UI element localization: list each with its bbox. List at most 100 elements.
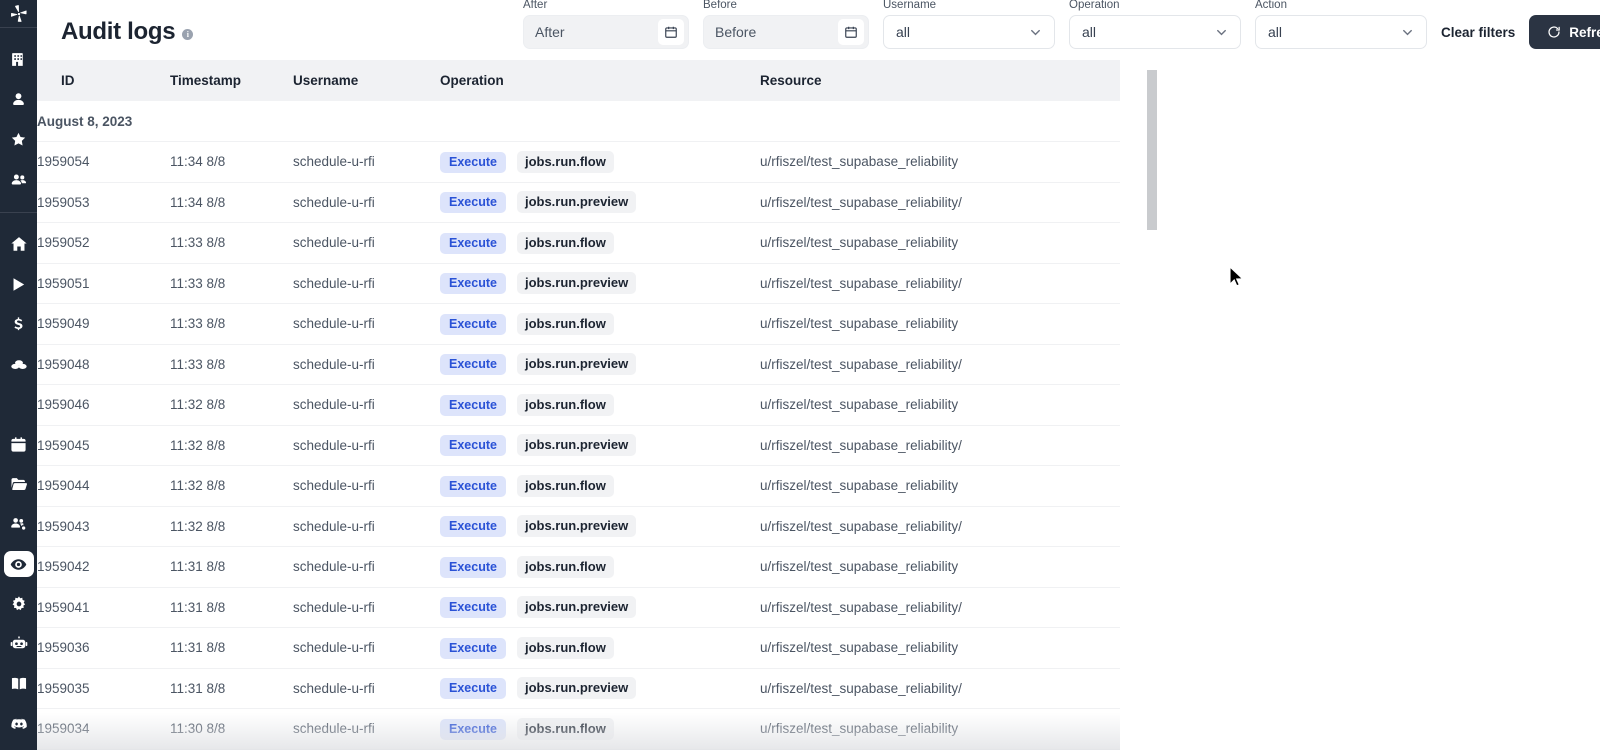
operation-select[interactable]: all [1069, 15, 1241, 49]
cell-resource: u/rfiszel/test_supabase_reliability/ [760, 587, 1120, 628]
book-icon [11, 677, 26, 690]
cell-id: 1959036 [37, 627, 170, 669]
filter-operation: Operation all [1069, 0, 1241, 49]
table-scrollbar-thumb[interactable] [1147, 70, 1157, 230]
operation-chip: jobs.run.flow [516, 474, 614, 497]
action-badge: Execute [440, 516, 506, 538]
table-row[interactable]: 1959046 11:32 8/8 schedule-u-rfi Execute job… [37, 384, 1120, 426]
cell-timestamp: 11:33 8/8 [170, 222, 293, 264]
after-calendar-button[interactable] [658, 19, 684, 45]
table-row[interactable]: 1959043 11:32 8/8 schedule-u-rfi Execute job… [37, 506, 1120, 547]
table-row[interactable]: 1959042 11:31 8/8 schedule-u-rfi Execute job… [37, 546, 1120, 588]
audit-log-table-wrap: ID Timestamp Username Operation Resource… [37, 60, 1120, 750]
eye-icon [10, 558, 27, 570]
refresh-button[interactable]: Refresh [1529, 15, 1600, 49]
play-icon [13, 277, 25, 291]
table-row[interactable]: 1959052 11:33 8/8 schedule-u-rfi Execute job… [37, 222, 1120, 264]
column-header-operation[interactable]: Operation [440, 60, 760, 101]
table-row[interactable]: 1959051 11:33 8/8 schedule-u-rfi Execute job… [37, 263, 1120, 304]
sidebar-item-runs[interactable] [0, 264, 37, 304]
clear-filters-button[interactable]: Clear filters [1441, 25, 1515, 40]
page-title: Audit logs [61, 18, 176, 45]
sidebar-item-audit-logs[interactable] [0, 544, 37, 584]
sidebar-item-user[interactable] [0, 80, 37, 120]
table-row[interactable]: 1959049 11:33 8/8 schedule-u-rfi Execute job… [37, 303, 1120, 345]
cell-resource: u/rfiszel/test_supabase_reliability [760, 303, 1120, 345]
cell-resource: u/rfiszel/test_supabase_reliability/ [760, 344, 1120, 385]
username-select[interactable]: all [883, 15, 1055, 49]
table-scrollbar[interactable] [1147, 62, 1157, 750]
sidebar-item-variables[interactable] [0, 344, 37, 384]
cell-username: schedule-u-rfi [293, 546, 440, 588]
filter-after: After After [523, 0, 689, 49]
sidebar-item-schedules[interactable] [0, 424, 37, 464]
table-header-row: ID Timestamp Username Operation Resource [37, 60, 1120, 101]
after-date-input[interactable]: After [523, 15, 689, 49]
operation-chip: jobs.run.flow [516, 150, 614, 173]
cell-id: 1959044 [37, 465, 170, 507]
variables-icon [10, 360, 27, 369]
cell-username: schedule-u-rfi [293, 627, 440, 669]
column-header-resource[interactable]: Resource [760, 60, 1120, 101]
cell-operation: Execute jobs.run.preview [440, 425, 760, 466]
before-calendar-button[interactable] [838, 19, 864, 45]
cell-timestamp: 11:31 8/8 [170, 627, 293, 669]
sidebar-item-discord[interactable] [0, 704, 37, 744]
action-badge: Execute [440, 637, 506, 659]
table-row[interactable]: 1959036 11:31 8/8 schedule-u-rfi Execute job… [37, 627, 1120, 669]
cell-resource: u/rfiszel/test_supabase_reliability/ [760, 668, 1120, 709]
action-badge: Execute [440, 435, 506, 457]
sidebar-item-workspace[interactable] [0, 40, 37, 80]
sidebar-item-docs[interactable] [0, 664, 37, 704]
sidebar-item-usage[interactable] [0, 304, 37, 344]
column-header-timestamp[interactable]: Timestamp [170, 60, 293, 101]
sidebar-item-folders[interactable] [0, 464, 37, 504]
info-icon[interactable]: i [182, 28, 194, 40]
cell-id: 1959042 [37, 546, 170, 588]
sidebar-item-home[interactable] [0, 224, 37, 264]
table-row[interactable]: 1959041 11:31 8/8 schedule-u-rfi Execute job… [37, 587, 1120, 628]
cell-username: schedule-u-rfi [293, 141, 440, 183]
table-row[interactable]: 1959035 11:31 8/8 schedule-u-rfi Execute job… [37, 668, 1120, 709]
table-row[interactable]: 1959034 11:30 8/8 schedule-u-rfi Execute job… [37, 708, 1120, 750]
cell-timestamp: 11:33 8/8 [170, 303, 293, 345]
sidebar-group-workspace [0, 28, 37, 200]
cell-id: 1959046 [37, 384, 170, 426]
action-select[interactable]: all [1255, 15, 1427, 49]
column-header-username[interactable]: Username [293, 60, 440, 101]
app-root: Audit logs i After After Before Before U… [0, 0, 1600, 750]
column-header-id[interactable]: ID [37, 60, 170, 101]
cell-username: schedule-u-rfi [293, 344, 440, 385]
table-row[interactable]: 1959053 11:34 8/8 schedule-u-rfi Execute job… [37, 182, 1120, 223]
before-date-input[interactable]: Before [703, 15, 869, 49]
sidebar-item-favorites[interactable] [0, 120, 37, 160]
folder-icon [11, 478, 27, 490]
table-row[interactable]: 1959048 11:33 8/8 schedule-u-rfi Execute job… [37, 344, 1120, 385]
sidebar-item-groups[interactable] [0, 160, 37, 200]
action-badge: Execute [440, 273, 506, 295]
sidebar-logo[interactable] [0, 0, 37, 27]
action-badge: Execute [440, 313, 506, 335]
operation-chip: jobs.run.flow [516, 636, 614, 659]
sidebar-group-main [0, 212, 37, 384]
cell-id: 1959048 [37, 344, 170, 385]
cell-username: schedule-u-rfi [293, 303, 440, 345]
table-row[interactable]: 1959044 11:32 8/8 schedule-u-rfi Execute job… [37, 465, 1120, 507]
filter-before: Before Before [703, 0, 869, 49]
cell-operation: Execute jobs.run.flow [440, 303, 760, 345]
table-row[interactable]: 1959045 11:32 8/8 schedule-u-rfi Execute job… [37, 425, 1120, 466]
filter-username: Username all [883, 0, 1055, 49]
cell-id: 1959053 [37, 182, 170, 223]
cell-timestamp: 11:31 8/8 [170, 587, 293, 628]
operation-chip: jobs.run.flow [516, 555, 614, 578]
cell-operation: Execute jobs.run.flow [440, 465, 760, 507]
table-head: ID Timestamp Username Operation Resource [37, 60, 1120, 101]
sidebar-item-workers[interactable] [0, 624, 37, 664]
sidebar-item-settings[interactable] [0, 584, 37, 624]
sidebar-item-users-and-groups[interactable] [0, 504, 37, 544]
table-row[interactable]: 1959054 11:34 8/8 schedule-u-rfi Execute job… [37, 141, 1120, 183]
cell-resource: u/rfiszel/test_supabase_reliability [760, 141, 1120, 183]
cell-resource: u/rfiszel/test_supabase_reliability [760, 222, 1120, 264]
cell-operation: Execute jobs.run.preview [440, 587, 760, 628]
action-select-value: all [1268, 24, 1283, 40]
